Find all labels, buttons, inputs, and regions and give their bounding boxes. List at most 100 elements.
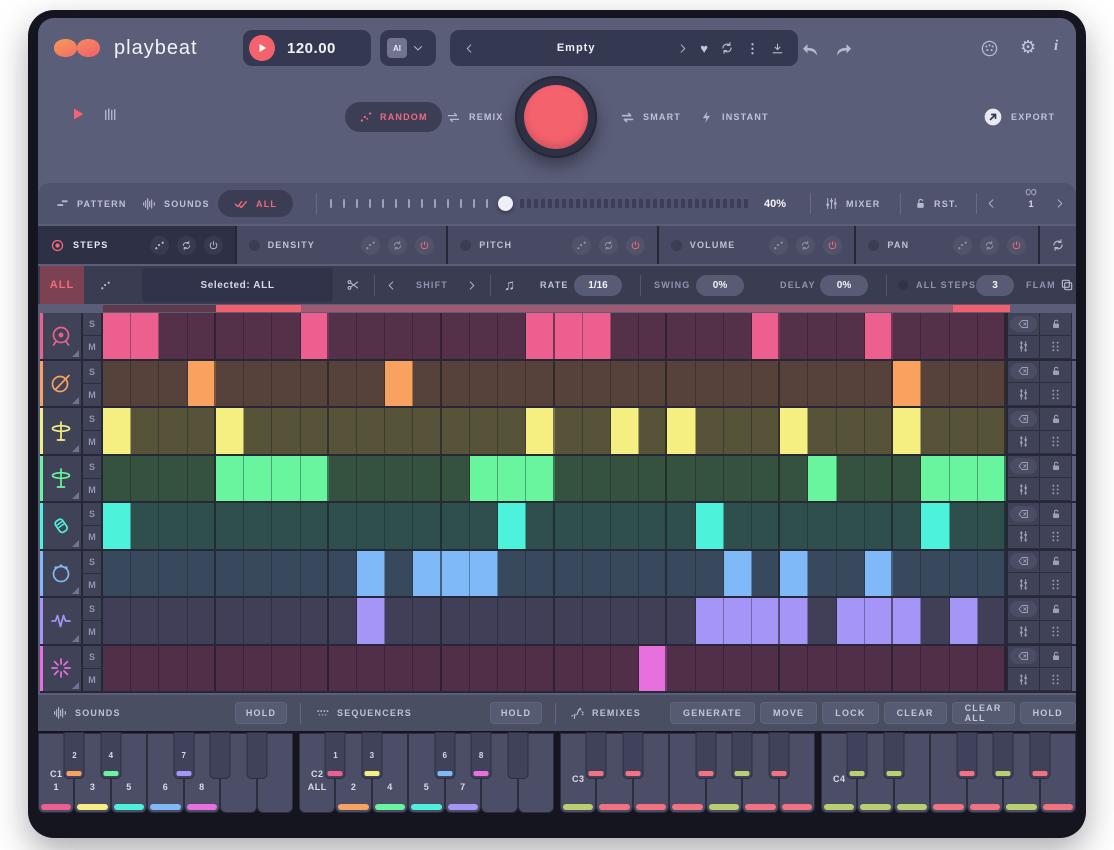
black-key[interactable]	[732, 732, 753, 779]
step-cell[interactable]	[583, 361, 611, 407]
step-cell[interactable]	[808, 551, 836, 597]
step-cell[interactable]	[385, 503, 413, 549]
play-button[interactable]	[249, 35, 275, 61]
pattern-progress-bar[interactable]	[103, 305, 1010, 312]
step-cell[interactable]	[752, 408, 780, 454]
tab-steps[interactable]: STEPS	[38, 226, 235, 264]
step-cell[interactable]	[780, 408, 808, 454]
notes-icon[interactable]: ♫	[504, 266, 515, 304]
step-cell[interactable]	[103, 503, 131, 549]
step-cell[interactable]	[752, 551, 780, 597]
step-cell[interactable]	[724, 503, 752, 549]
track-sliders-icon[interactable]	[1008, 526, 1040, 549]
row-random-icon[interactable]	[100, 266, 111, 304]
step-cell[interactable]	[442, 408, 470, 454]
selected-track-all-button[interactable]: ALL	[40, 266, 84, 304]
step-cell[interactable]	[216, 503, 244, 549]
step-cell[interactable]	[272, 598, 300, 644]
tab-sounds[interactable]: SOUNDS	[141, 183, 210, 224]
step-cell[interactable]	[470, 408, 498, 454]
track-expand-handle[interactable]	[72, 540, 79, 547]
step-cell[interactable]	[357, 313, 385, 359]
tab-power-icon[interactable]	[626, 236, 645, 255]
tab-enable-dot[interactable]	[460, 240, 471, 251]
step-cell[interactable]	[385, 551, 413, 597]
step-cell[interactable]	[921, 503, 949, 549]
tab-power-icon[interactable]	[1007, 236, 1026, 255]
step-cell[interactable]	[188, 408, 216, 454]
tab-refresh-icon[interactable]	[796, 236, 815, 255]
step-cell[interactable]	[696, 503, 724, 549]
step-cell[interactable]	[413, 551, 441, 597]
step-cell[interactable]	[442, 646, 470, 692]
step-cell[interactable]	[442, 313, 470, 359]
step-cell[interactable]	[413, 646, 441, 692]
step-cell[interactable]	[526, 361, 554, 407]
step-cell[interactable]	[131, 503, 159, 549]
step-cell[interactable]	[329, 313, 357, 359]
step-cell[interactable]	[131, 646, 159, 692]
step-cell[interactable]	[470, 598, 498, 644]
step-cell[interactable]	[724, 551, 752, 597]
step-cell[interactable]	[244, 361, 272, 407]
step-cell[interactable]	[583, 313, 611, 359]
step-cell[interactable]	[244, 646, 272, 692]
solo-button[interactable]: S	[83, 456, 101, 479]
track-icon-cell[interactable]	[40, 551, 81, 597]
step-cell[interactable]	[329, 503, 357, 549]
step-cell[interactable]	[950, 646, 978, 692]
step-cell[interactable]	[131, 408, 159, 454]
step-cell[interactable]	[724, 456, 752, 502]
step-cell[interactable]	[131, 598, 159, 644]
black-key[interactable]: 2	[64, 732, 85, 779]
step-cell[interactable]	[526, 598, 554, 644]
step-cell[interactable]	[526, 503, 554, 549]
step-cell[interactable]	[696, 313, 724, 359]
step-cell[interactable]	[780, 361, 808, 407]
step-cell[interactable]	[808, 313, 836, 359]
black-key[interactable]	[883, 732, 904, 779]
mute-button[interactable]: M	[83, 336, 101, 358]
step-cell[interactable]	[470, 313, 498, 359]
amount-slider-track[interactable]	[520, 183, 748, 224]
step-cell[interactable]	[131, 361, 159, 407]
clear-track-button[interactable]	[1008, 408, 1040, 431]
tab-pitch[interactable]: PITCH	[448, 226, 657, 264]
step-cell[interactable]	[131, 313, 159, 359]
clear-track-button[interactable]	[1008, 361, 1040, 384]
step-cell[interactable]	[893, 551, 921, 597]
step-cell[interactable]	[752, 361, 780, 407]
step-cell[interactable]	[752, 456, 780, 502]
rate-value[interactable]: 1/16	[574, 266, 622, 304]
clear-track-button[interactable]	[1008, 503, 1040, 526]
step-cell[interactable]	[921, 598, 949, 644]
step-cell[interactable]	[752, 598, 780, 644]
step-cell[interactable]	[188, 361, 216, 407]
step-cell[interactable]	[329, 361, 357, 407]
step-cell[interactable]	[470, 361, 498, 407]
step-cell[interactable]	[752, 313, 780, 359]
step-cell[interactable]	[131, 456, 159, 502]
step-cell[interactable]	[696, 551, 724, 597]
step-cell[interactable]	[639, 598, 667, 644]
step-cell[interactable]	[357, 551, 385, 597]
track-drag-handle[interactable]	[1040, 621, 1072, 644]
step-cell[interactable]	[921, 646, 949, 692]
step-cell[interactable]	[385, 361, 413, 407]
step-cell[interactable]	[865, 598, 893, 644]
ai-mode-dropdown[interactable]: AI	[380, 30, 436, 66]
step-cell[interactable]	[301, 598, 329, 644]
save-preset-icon[interactable]	[771, 42, 784, 55]
step-cell[interactable]	[159, 408, 187, 454]
step-cell[interactable]	[667, 408, 695, 454]
step-cell[interactable]	[837, 456, 865, 502]
loop-next[interactable]	[1054, 183, 1065, 224]
clear-track-button[interactable]	[1008, 551, 1040, 574]
mute-button[interactable]: M	[83, 431, 101, 453]
step-cell[interactable]	[272, 503, 300, 549]
regenerate-all-button[interactable]	[1040, 226, 1076, 264]
tab-pattern[interactable]: PATTERN	[55, 183, 127, 224]
step-cell[interactable]	[837, 551, 865, 597]
step-cell[interactable]	[555, 551, 583, 597]
step-cell[interactable]	[583, 598, 611, 644]
